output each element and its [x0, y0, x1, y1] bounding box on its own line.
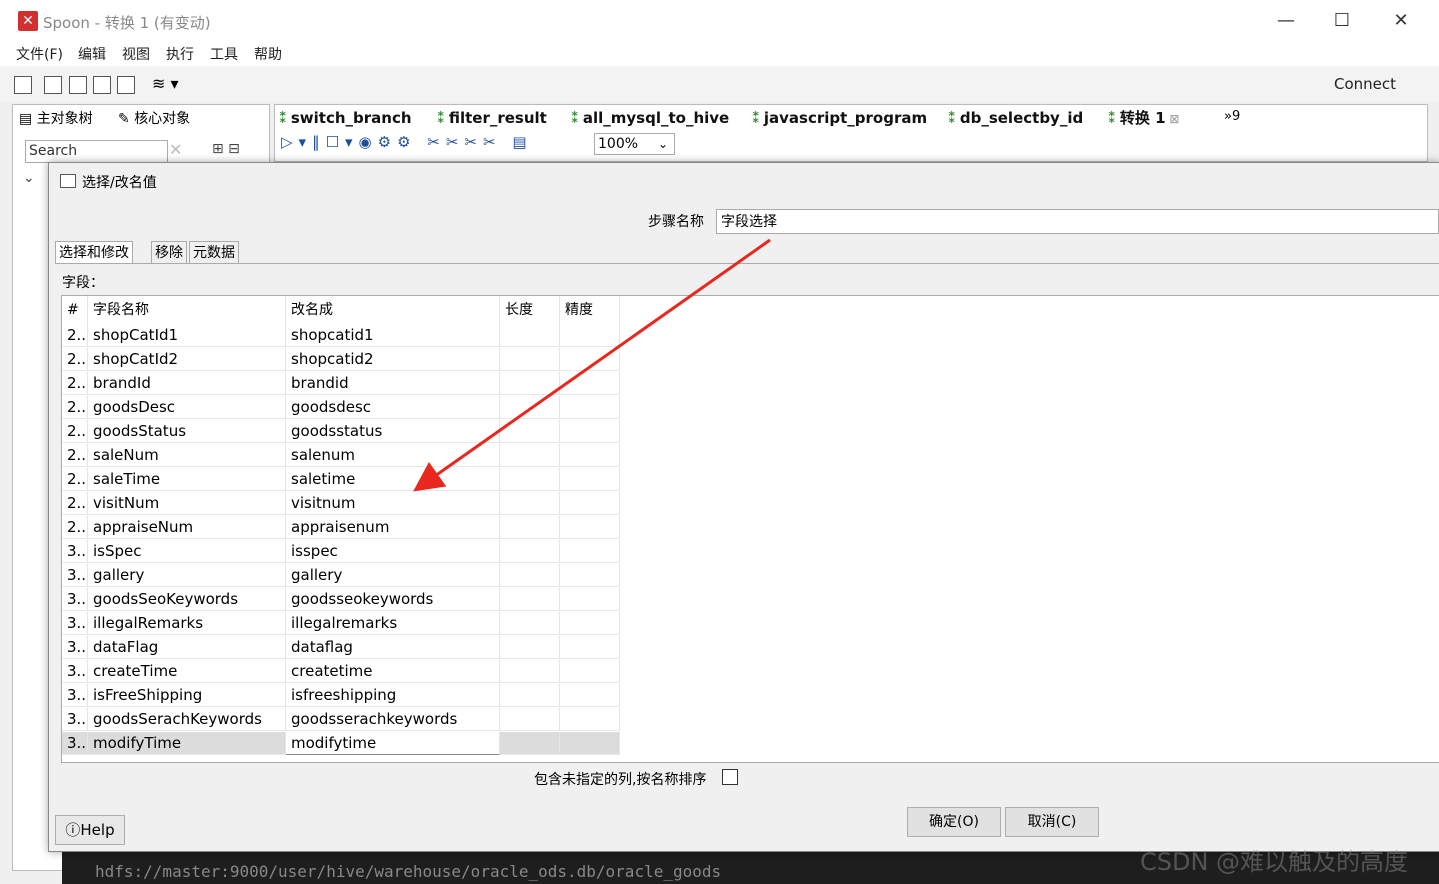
annotation-arrow — [413, 238, 771, 492]
